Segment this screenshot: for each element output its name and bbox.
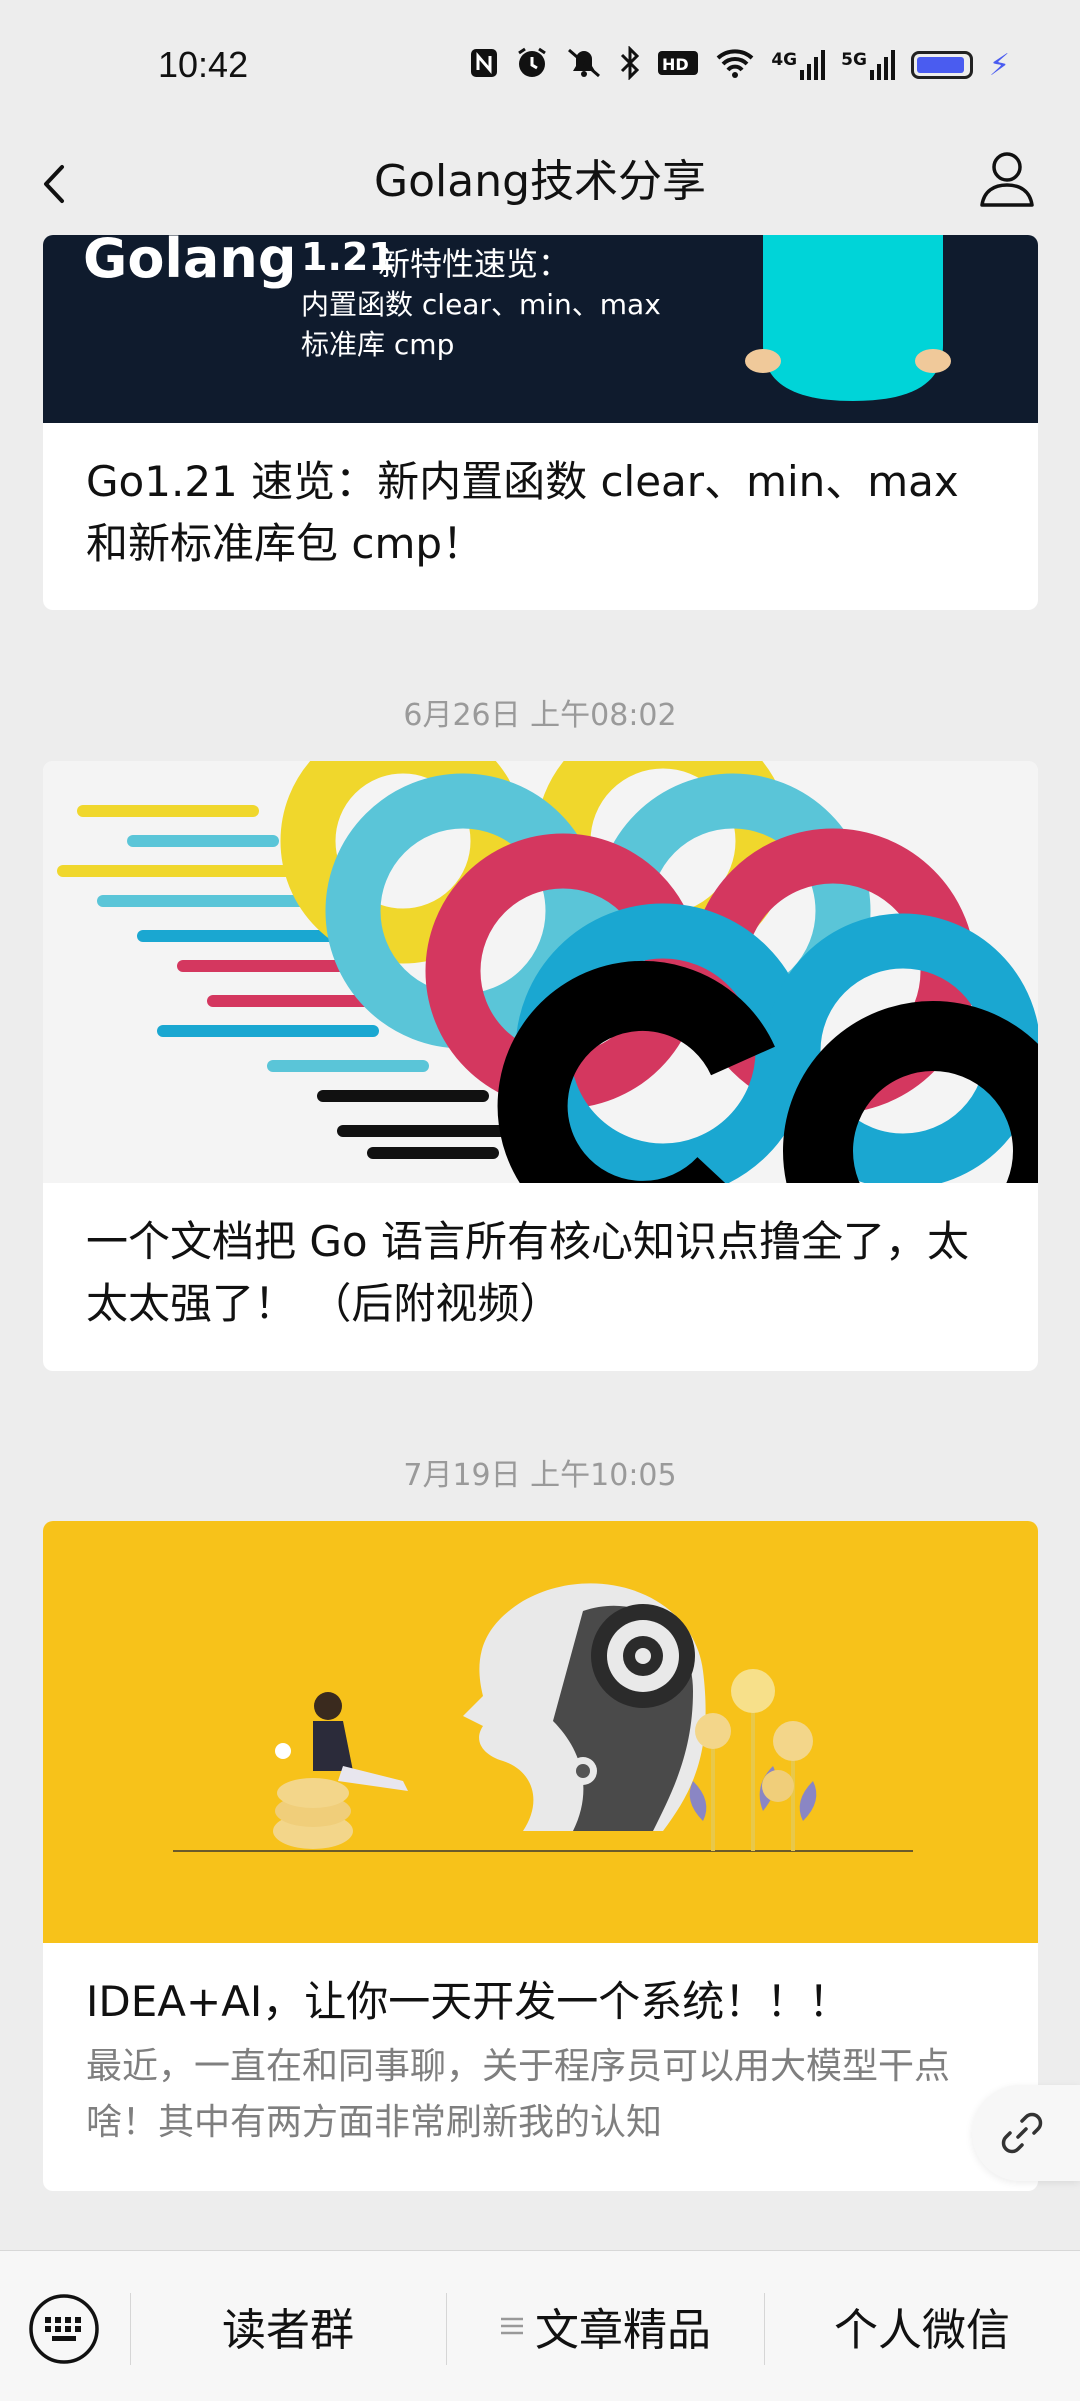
timestamp: 6月26日 上午08:02 bbox=[403, 698, 677, 733]
menu-label: 个人微信 bbox=[834, 2305, 1010, 2356]
article-card-3[interactable]: IDEA+AI，让你一天开发一个系统！！！ 最近，一直在和同事聊，关于程序员可以… bbox=[43, 1521, 1038, 2191]
menu-personal-wechat[interactable]: 个人微信 bbox=[764, 2251, 1080, 2401]
keyboard-icon bbox=[29, 2294, 99, 2364]
menu-readers-group[interactable]: 读者群 bbox=[130, 2251, 446, 2401]
charging-icon: ⚡ bbox=[988, 47, 1010, 83]
battery-icon bbox=[910, 51, 973, 79]
article-title: IDEA+AI，让你一天开发一个系统！！！ bbox=[86, 1977, 851, 2026]
status-time: 10:42 bbox=[158, 44, 249, 85]
svg-text:HD: HD bbox=[662, 55, 689, 74]
menu-label: 文章精品 bbox=[535, 2305, 711, 2356]
timestamp: 7月19日 上午10:05 bbox=[403, 1458, 677, 1493]
wifi-icon bbox=[715, 47, 755, 83]
gopher-illustration bbox=[745, 235, 951, 401]
mute-icon bbox=[565, 47, 603, 83]
article-cover-golang: Golang 1.21 新特性速览： 内置函数 clear、min、max 标准… bbox=[43, 235, 1038, 423]
article-cover-go bbox=[43, 761, 1038, 1183]
status-bar: 10:42 HD 4G 5G ⚡ bbox=[0, 0, 1080, 135]
signal-4g-icon: 4G bbox=[771, 50, 826, 80]
article-card-2[interactable]: 一个文档把 Go 语言所有核心知识点撸全了，太太太强了！ （后附视频） bbox=[43, 761, 1038, 1371]
cover-line-3: 标准库 cmp bbox=[301, 328, 455, 361]
bluetooth-icon bbox=[619, 45, 641, 84]
keyboard-toggle-button[interactable] bbox=[28, 2293, 100, 2365]
article-title: 一个文档把 Go 语言所有核心知识点撸全了，太太太强了！ （后附视频） bbox=[86, 1217, 969, 1328]
signal-5g-icon: 5G bbox=[841, 50, 895, 80]
menu-label: 读者群 bbox=[222, 2305, 354, 2356]
cover-line-1: 新特性速览： bbox=[378, 245, 571, 283]
article-summary: 最近，一直在和同事聊，关于程序员可以用大模型干点啥！其中有两方面非常刷新我的认知 bbox=[86, 2046, 951, 2143]
share-link-button[interactable] bbox=[972, 2085, 1080, 2181]
hd-icon: HD bbox=[657, 48, 699, 82]
bottom-menu-bar: 读者群 文章精品 个人微信 bbox=[0, 2250, 1080, 2401]
cover-line-2: 内置函数 clear、min、max bbox=[301, 288, 661, 321]
article-card-1[interactable]: Golang 1.21 新特性速览： 内置函数 clear、min、max 标准… bbox=[43, 235, 1038, 610]
nfc-icon bbox=[469, 47, 499, 83]
link-icon bbox=[1001, 2112, 1043, 2154]
status-icons: HD 4G 5G ⚡ bbox=[469, 45, 1010, 84]
golang-logo: Golang bbox=[83, 235, 297, 290]
menu-featured-articles[interactable]: 文章精品 bbox=[446, 2251, 764, 2401]
alarm-icon bbox=[515, 46, 549, 84]
page-title: Golang技术分享 bbox=[373, 156, 707, 207]
article-cover-ai bbox=[43, 1521, 1038, 1943]
article-title: Go1.21 速览：新内置函数 clear、min、max和新标准库包 cmp！ bbox=[86, 457, 959, 568]
profile-button[interactable] bbox=[972, 145, 1042, 215]
nav-bar: Golang技术分享 bbox=[0, 135, 1080, 235]
submenu-icon bbox=[501, 2317, 523, 2335]
user-icon bbox=[980, 152, 1034, 207]
